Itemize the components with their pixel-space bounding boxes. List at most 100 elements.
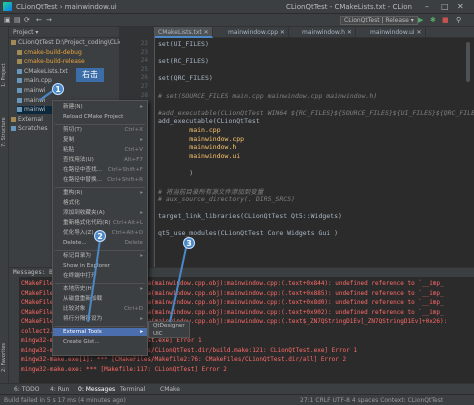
tree-item-label: mainwi [24,87,46,94]
menu-item-label: 将行分隔符设为 [63,316,103,322]
submenu-arrow-icon: ▸ [140,329,143,335]
context-menu-item[interactable]: Create Gist... [53,338,147,346]
structure-tool-tab[interactable]: 7: Structure [1,117,7,147]
messages-toolbar [9,277,19,384]
code-line: ) [158,169,194,177]
editor-tabs: CMakeLists.txt ✕ mainwindow.cpp ✕ mainwind… [155,27,474,38]
menu-item-shortcut: Ctrl+D [124,306,143,312]
back-icon[interactable]: ← [36,16,42,24]
status-bar: Build failed in 5 s 17 ms (4 minutes ago… [0,394,474,405]
project-tool-tab[interactable]: 1: Project [1,63,7,87]
search-icon[interactable]: ⚲ [456,16,461,24]
context-menu-item[interactable]: 剪切(T) Ctrl+X [53,126,147,134]
bottom-tool-tab[interactable]: Terminal [120,386,145,393]
project-panel-header[interactable]: Project ▾ [9,27,119,38]
bottom-tool-tab[interactable]: 4: Run [50,386,69,393]
menu-item-label: 重新格式化代码(R) [63,220,111,226]
bottom-tool-tab[interactable]: 6: TODO [14,386,39,393]
editor-tab[interactable]: mainwindow.ui ✕ [367,27,426,38]
sync-icon[interactable]: ⟳ [24,16,30,24]
stop-icon[interactable]: ■ [442,16,449,24]
breadcrumb[interactable]: CLionQtTest › mainwindow.ui [16,3,117,11]
code-line: #add_executable(CLionQtTest WIN64 ${RC_F… [158,108,474,117]
context-menu-item[interactable]: 在路径中替换... Ctrl+Shift+R [53,176,147,184]
menu-item-shortcut: Alt+F7 [123,157,143,163]
context-menu-item[interactable]: External Tools ▸ [53,328,147,337]
right-click-callout: 右击 [76,68,104,82]
editor-tab[interactable]: CMakeLists.txt ✕ [155,27,213,38]
context-menu-item[interactable]: 重新格式化代码(R) Ctrl+Alt+L [53,219,147,227]
context-menu-item[interactable]: 新建(N) ▸ [53,103,147,111]
menu-item-label: External Tools [63,329,102,335]
forward-icon[interactable]: → [46,16,52,24]
tree-item[interactable]: cmake-build-debug [17,49,118,57]
code-line: qt5_use_modules(CLionQtTest Core Widgets… [158,229,339,238]
tree-item-label: CMakeLists.txt [24,67,68,75]
status-right[interactable]: 27:1 CRLF UTF-8 4 spaces Context: CLionQ… [300,397,443,404]
folder-icon [11,116,16,122]
bottom-tool-tab[interactable]: 0: Messages [78,386,115,393]
context-menu-item[interactable]: 在路径中查找... Ctrl+Shift+F [53,166,147,174]
context-menu: 新建(N) ▸ Reload CMake Project 剪切(T) Ctrl+X 复制 ▸… [52,100,148,356]
tree-item[interactable]: mainwi [17,87,118,95]
submenu-arrow-icon: ▸ [140,286,143,292]
bottom-tool-tab[interactable]: CMake [160,386,180,393]
context-menu-item[interactable]: 在终端中打开 [53,272,147,280]
context-menu-item[interactable]: 添加到收藏夹(A) ▸ [53,209,147,217]
menu-item-shortcut: Delete [124,240,143,246]
code-line: target_link_libraries(CLionQtTest Qt5::W… [158,212,342,220]
favorites-tool-tab[interactable]: 2: Favorites [1,343,7,372]
menu-item-label: Reload CMake Project [63,114,124,120]
folder-icon [17,49,22,55]
context-menu-item[interactable]: 查找用法(U) Alt+F7 [53,156,147,164]
context-menu-item[interactable]: 标记目录为 ▸ [53,252,147,260]
context-menu-item[interactable]: 将行分隔符设为 ▸ [53,315,147,323]
code-line: main.cpp [158,126,221,134]
editor-tab[interactable]: mainwindow.cpp ✕ [225,27,289,38]
context-menu-item[interactable]: 粘贴 Ctrl+V [53,146,147,154]
context-menu-item[interactable]: 复制 ▸ [53,136,147,144]
menu-item-label: Show in Explorer [63,263,111,269]
annotation-badge-1: 1 [52,83,64,95]
menu-item-label: Create Gist... [63,339,100,345]
menu-item-label: 重构(R) [63,190,83,196]
context-menu-item[interactable]: 重构(R) ▸ [53,189,147,197]
folder-icon[interactable]: ▣ [4,16,11,24]
maximize-button[interactable]: □ [441,2,449,11]
code-line: # aux_source_directory(. DIRS_SRCS) [158,194,295,203]
submenu-arrow-icon: ▸ [140,316,143,322]
context-menu-item[interactable]: Reload CMake Project [53,113,147,121]
bottom-tool-bar: 6: TODO 4: Run 0: Messages Terminal CMake [0,383,474,394]
editor-tab[interactable]: mainwindow.h ✕ [299,27,356,38]
context-menu-item[interactable]: Show in Explorer [53,262,147,270]
run-config-select[interactable]: CLionQtTest | Release ▾ [340,16,418,25]
tree-item-label: cmake-build-debug [24,48,82,56]
menu-separator [55,124,145,125]
line-number: 23 [140,48,148,56]
tree-item-label: Scratches [18,125,48,133]
code-editor[interactable]: set(UI_FILES) set(RC_FILES) set(QRC_FILES)… [156,38,474,267]
menu-item-label: 从磁盘重新加载 [63,296,103,302]
menu-separator [55,326,145,327]
submenu-item-uic[interactable]: UIC [153,331,163,337]
run-icon[interactable]: ▶ [418,16,423,24]
context-menu-item[interactable]: 本地历史(H) ▸ [53,285,147,293]
close-button[interactable]: ✕ [457,2,464,11]
tree-item[interactable]: CLionQtTest D:\Project_coding\CLionQtTes… [11,39,145,47]
tree-item-label: main.cpp [24,77,52,85]
submenu-item-qtdesigner[interactable]: QtDesigner [153,323,185,329]
context-menu-item[interactable]: 比较对象 Ctrl+D [53,305,147,313]
minimize-button[interactable]: – [425,2,429,11]
clion-logo-icon [3,2,12,11]
code-line: mainwindow.ui [158,151,241,160]
window-title: CLionQtTest - CMakeLists.txt - CLion [286,3,412,11]
save-icon[interactable]: ▤ [14,16,21,24]
tree-item-label: cmake-build-release [24,58,85,66]
tree-item[interactable]: cmake-build-release [17,58,118,66]
menu-item-shortcut: Ctrl+Alt+O [111,230,143,236]
menu-item-shortcut: Ctrl+Shift+F [107,167,143,173]
context-menu-item[interactable]: 从磁盘重新加载 [53,295,147,303]
context-menu-item[interactable]: 格式化 [53,199,147,207]
editor-scrollbar[interactable] [466,42,470,82]
debug-icon[interactable]: ✱ [430,16,436,24]
